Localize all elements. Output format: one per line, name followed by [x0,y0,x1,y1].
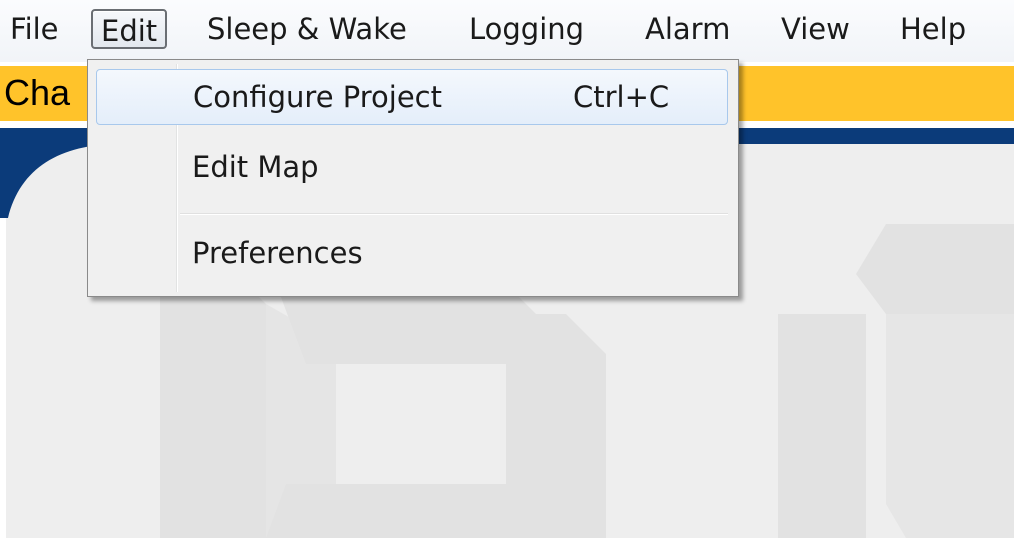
menu-view[interactable]: View [773,9,858,49]
menu-item-preferences[interactable]: Preferences [96,226,728,282]
menu-sleep-wake[interactable]: Sleep & Wake [199,9,415,49]
menu-item-label: Configure Project [193,80,442,114]
menu-item-configure-project[interactable]: Configure Project Ctrl+C [96,69,728,125]
menu-item-label: Preferences [192,236,363,270]
edit-menu-dropdown: Configure Project Ctrl+C Edit Map Prefer… [87,59,739,297]
page-title: Cha [4,72,71,113]
menu-edit[interactable]: Edit [91,9,168,49]
menu-alarm[interactable]: Alarm [637,9,738,49]
menu-bar: File Edit Sleep & Wake Logging Alarm Vie… [0,0,1014,62]
menu-logging[interactable]: Logging [461,9,592,49]
menu-item-label: Edit Map [192,150,319,184]
menu-help[interactable]: Help [892,9,974,49]
menu-item-shortcut: Ctrl+C [573,80,670,114]
menu-separator [180,213,728,215]
menu-item-edit-map[interactable]: Edit Map [96,140,728,196]
menu-file[interactable]: File [2,9,67,49]
